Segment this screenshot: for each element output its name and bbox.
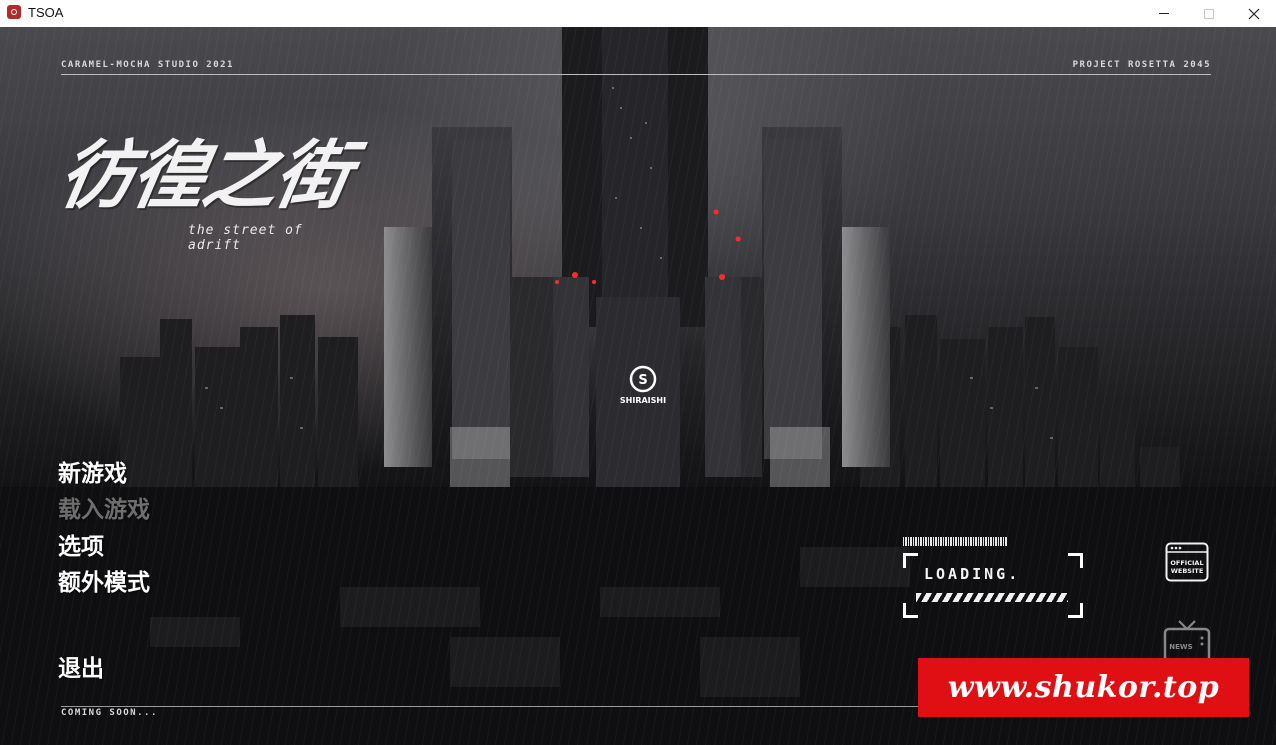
- project-label: PROJECT ROSETTA 2045: [1072, 60, 1211, 70]
- maximize-icon: [1204, 8, 1214, 19]
- window-title: TSOA: [28, 5, 64, 20]
- tower-sign-text: SHIRAISHI: [620, 396, 666, 405]
- coming-soon-text: COMING SOON...: [61, 708, 158, 718]
- frame-corner: [1068, 603, 1083, 618]
- maximize-button[interactable]: [1186, 0, 1232, 27]
- studio-credit: CARAMEL-MOCHA STUDIO 2021: [61, 60, 234, 70]
- menu-exit[interactable]: 退出: [58, 649, 104, 683]
- game-logo: 彷徨之街 the street of adrift: [52, 133, 355, 253]
- frame-corner: [903, 553, 918, 568]
- header-divider: [61, 74, 1211, 75]
- title-screen: S SHIRAISHI CARAMEL-MOCHA STUDIO 2021 PR…: [0, 27, 1276, 745]
- minimize-icon: [1159, 13, 1169, 14]
- footer-divider: [61, 706, 921, 707]
- close-icon: [1248, 8, 1260, 19]
- frame-corner: [903, 603, 918, 618]
- barcode-decoration: [903, 537, 1008, 546]
- loading-stripe-bar: [916, 593, 1068, 602]
- logo-subtitle: the street of adrift: [188, 223, 303, 253]
- loading-label: LOADING.: [924, 565, 1021, 583]
- menu-options[interactable]: 选项: [58, 527, 104, 561]
- official-website-button[interactable]: OFFICIAL WEBSITE: [1165, 542, 1209, 582]
- loading-indicator: LOADING.: [902, 537, 1083, 619]
- menu-load-game: 载入游戏: [58, 496, 150, 523]
- svg-text:S: S: [638, 373, 647, 388]
- browser-icon: OFFICIAL WEBSITE: [1165, 542, 1209, 582]
- menu-new-game[interactable]: 新游戏: [58, 454, 127, 488]
- official-label-line2: WEBSITE: [1171, 567, 1204, 575]
- menu-extra-mode[interactable]: 额外模式: [58, 563, 150, 597]
- close-button[interactable]: [1231, 0, 1276, 27]
- official-label-line1: OFFICIAL: [1170, 559, 1203, 567]
- news-button[interactable]: NEWS: [1163, 619, 1211, 663]
- watermark-text: www.shukor.top: [947, 670, 1220, 705]
- app-icon: [7, 5, 21, 19]
- frame-corner: [1068, 553, 1083, 568]
- window-titlebar[interactable]: TSOA: [0, 0, 1276, 27]
- minimize-button[interactable]: [1141, 0, 1187, 27]
- logo-title: 彷徨之街: [52, 133, 356, 219]
- news-label: NEWS: [1169, 643, 1192, 651]
- watermark-banner: www.shukor.top: [918, 658, 1249, 717]
